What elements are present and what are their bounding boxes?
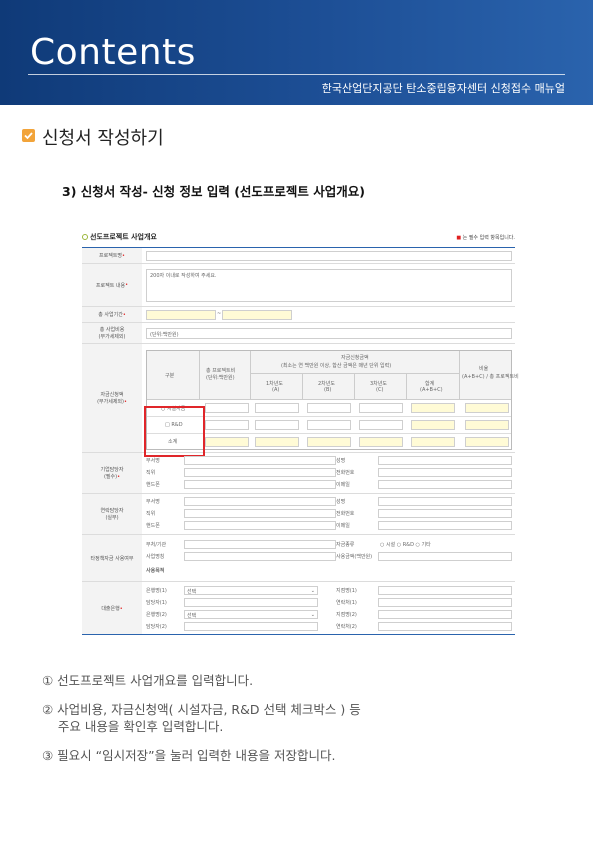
row-period: 총 사업기간 • ~ [82, 307, 515, 323]
project-name-input[interactable] [146, 251, 512, 261]
checkbox-icon [22, 129, 35, 142]
row-other-program: 타정책자금 사용여부 부처/기관 사업명칭 사용목적 자금종류 ○ 시설 ○ R… [82, 535, 515, 582]
highlight-box [144, 406, 205, 457]
row-contact-main: 기업담당자 (필수)• 부서명 직위 핸드폰 성명 전화번호 이메일 [82, 453, 515, 494]
page-title: Contents [30, 32, 196, 73]
end-date-input[interactable] [222, 310, 292, 320]
project-content-textarea[interactable]: 200자 이내로 작성하여 주세요. [146, 269, 512, 302]
start-date-input[interactable] [146, 310, 216, 320]
header-divider [28, 74, 565, 75]
bullet-icon [82, 234, 88, 240]
bank-select-1[interactable]: 선택 ⌄ [184, 586, 318, 595]
step-title: 3) 신청서 작성- 신청 정보 입력 (선도프로젝트 사업개요) [62, 184, 365, 199]
section-title: 신청서 작성하기 [42, 128, 164, 149]
header-subtitle: 한국산업단지공단 탄소중립융자센터 신청접수 매뉴얼 [321, 82, 565, 95]
note-1: ① 선도프로젝트 사업개요를 입력합니다. [42, 673, 254, 688]
row-total-cost: 총 사업비용 (부가세제외) (단위:백만원) [82, 323, 515, 344]
header-banner: Contents 한국산업단지공단 탄소중립융자센터 신청접수 매뉴얼 [0, 0, 593, 105]
form-screenshot: 선도프로젝트 사업개요 ■ 는 필수 입력 항목입니다. 프로젝트명 • 프로젝트… [80, 228, 519, 640]
note-3: ③ 필요시 “임시저장”을 눌러 입력한 내용을 저장합니다. [42, 748, 336, 763]
form-table: 프로젝트명 • 프로젝트 내용 • 200자 이내로 작성하여 주세요. 총 사업기… [82, 247, 519, 635]
chevron-down-icon: ⌄ [310, 588, 315, 594]
total-cost-input[interactable]: (단위:백만원) [146, 328, 512, 339]
row-project-content: 프로젝트 내용 • 200자 이내로 작성하여 주세요. [82, 264, 515, 307]
row-project-name: 프로젝트명 • [82, 248, 515, 264]
bank-select-2[interactable]: 선택 ⌄ [184, 610, 318, 619]
row-funding-plan: 자금신청액 (부가세제외)• 구분 총 프로젝트비 (단위:백만원) 자금신청금액… [82, 344, 519, 457]
note-2: ② 사업비용, 자금신청액( 시설자금, R&D 선택 체크박스 ) 등 [42, 702, 361, 717]
form-heading: 선도프로젝트 사업개요 [82, 232, 157, 242]
chevron-down-icon: ⌄ [310, 612, 315, 618]
instruction-notes: ① 선도프로젝트 사업개요를 입력합니다. ② 사업비용, 자금신청액( 시설자… [42, 672, 361, 764]
note-2-cont: 주요 내용을 확인후 입력합니다. [42, 719, 224, 734]
fund-type-radio[interactable]: ○ 시설 ○ R&D ○ 기타 [380, 541, 431, 548]
required-note: ■ 는 필수 입력 항목입니다. [456, 235, 515, 241]
row-contact-work: 연락담당자 (실무) 부서명 직위 핸드폰 성명 전화번호 이메일 [82, 494, 515, 535]
row-bank: 대출은행• 은행명(1) 선택 ⌄ 담당자(1) 은행명(2) 선택 ⌄ 담당자(2) … [82, 582, 515, 635]
